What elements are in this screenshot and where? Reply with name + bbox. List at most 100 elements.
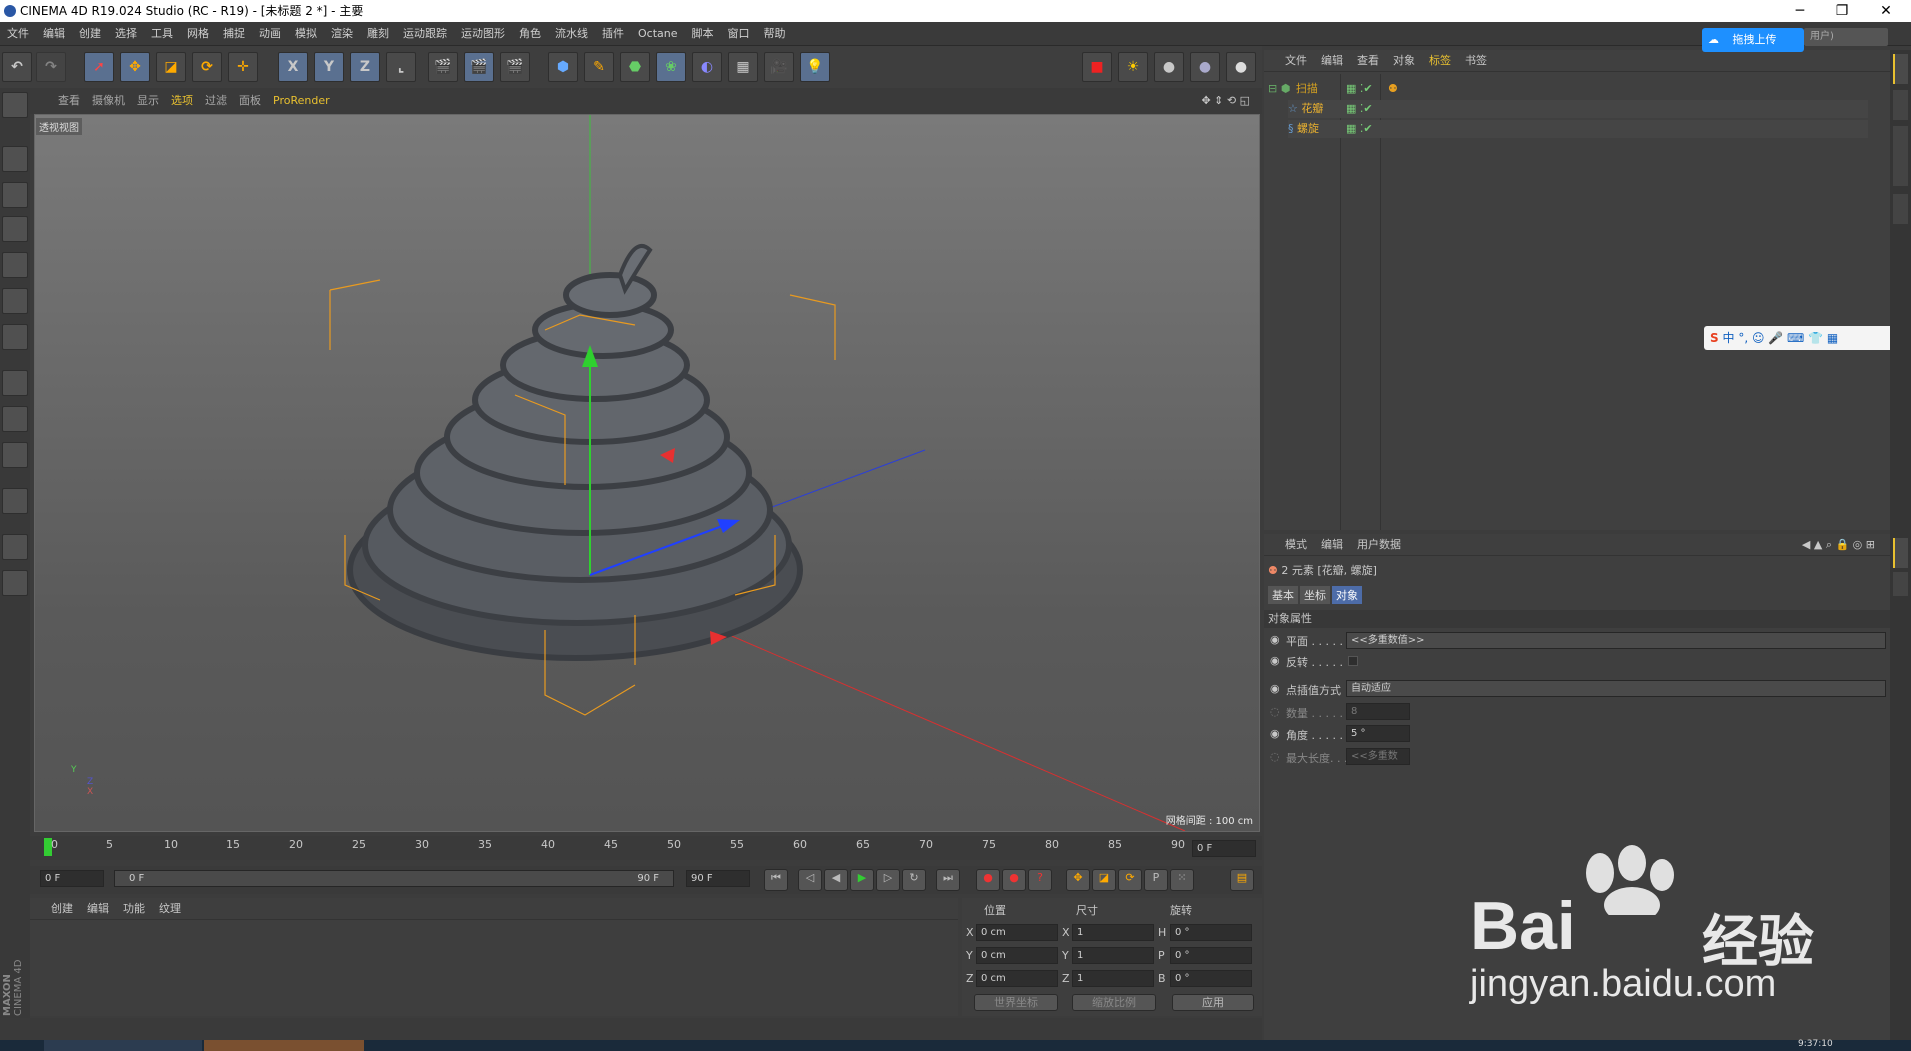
- side-tab-layers[interactable]: [1893, 572, 1908, 596]
- interpolation-dropdown[interactable]: 自动适应: [1346, 680, 1886, 697]
- visibility-toggle[interactable]: ▦ ⁚✔: [1346, 80, 1373, 98]
- y-axis-lock-button[interactable]: Y: [314, 52, 344, 82]
- menu-animate[interactable]: 动画: [252, 22, 288, 46]
- go-to-start-icon[interactable]: ⏮: [764, 869, 788, 891]
- rot-b-field[interactable]: 0 °: [1170, 970, 1252, 987]
- taskbar-item[interactable]: [44, 1040, 202, 1051]
- prev-frame-icon[interactable]: ◀: [824, 869, 848, 891]
- ime-tools-icon[interactable]: °, ☺ 🎤 ⌨ 👕 ▦: [1738, 331, 1838, 345]
- side-tab-content-browser[interactable]: [1893, 126, 1908, 186]
- viewport-menu-view[interactable]: 查看: [52, 88, 86, 114]
- viewport-menu-camera[interactable]: 摄像机: [86, 88, 131, 114]
- model-mode-icon[interactable]: [2, 146, 28, 172]
- menu-pipeline[interactable]: 流水线: [548, 22, 595, 46]
- minimize-button[interactable]: ─: [1780, 0, 1820, 22]
- points-mode-icon[interactable]: [2, 252, 28, 278]
- timeline-window-icon[interactable]: ▤: [1230, 869, 1254, 891]
- radio-icon[interactable]: ◉: [1270, 654, 1280, 667]
- size-y-field[interactable]: 1: [1072, 947, 1154, 964]
- menu-mesh[interactable]: 网格: [180, 22, 216, 46]
- pos-x-field[interactable]: 0 cm: [976, 924, 1058, 941]
- tweak-mode-icon[interactable]: [2, 406, 28, 432]
- viewport-menu-prorender[interactable]: ProRender: [267, 88, 336, 114]
- mat-menu-function[interactable]: 功能: [116, 898, 152, 920]
- obj-menu-view[interactable]: 查看: [1350, 50, 1386, 72]
- attr-menu-userdata[interactable]: 用户数据: [1350, 534, 1408, 556]
- polygons-mode-icon[interactable]: [2, 324, 28, 350]
- perspective-viewport[interactable]: Y Z X 网格间距 : 100 cm: [34, 114, 1260, 832]
- tab-basic[interactable]: 基本: [1268, 586, 1298, 604]
- workplane-lock-icon[interactable]: [2, 570, 28, 596]
- edges-mode-icon[interactable]: [2, 288, 28, 314]
- render-settings-icon[interactable]: 🎬: [500, 52, 530, 82]
- side-tab-attributes[interactable]: [1893, 538, 1908, 568]
- next-frame-icon[interactable]: ▷: [876, 869, 900, 891]
- undo-icon[interactable]: ↶: [2, 52, 32, 82]
- viewport-menu-filter[interactable]: 过滤: [199, 88, 233, 114]
- menu-snap[interactable]: 捕捉: [216, 22, 252, 46]
- viewport-menu-panel[interactable]: 面板: [233, 88, 267, 114]
- tag-icon[interactable]: ⚉: [1388, 80, 1398, 98]
- menu-file[interactable]: 文件: [0, 22, 36, 46]
- radio-icon[interactable]: ◉: [1270, 682, 1280, 695]
- cloud-upload-button[interactable]: ☁ 拖拽上传: [1702, 28, 1804, 52]
- live-selection-icon[interactable]: ✛: [228, 52, 258, 82]
- radio-icon[interactable]: ◉: [1270, 633, 1280, 646]
- menu-tools[interactable]: 工具: [144, 22, 180, 46]
- camera-icon[interactable]: 🎥: [764, 52, 794, 82]
- viewport-menu-options[interactable]: 选项: [165, 88, 199, 114]
- rot-h-field[interactable]: 0 °: [1170, 924, 1252, 941]
- side-tab-objects[interactable]: [1893, 54, 1908, 84]
- plane-dropdown[interactable]: <<多重数值>>: [1346, 632, 1886, 649]
- ime-toolbar[interactable]: S 中 °, ☺ 🎤 ⌨ 👕 ▦: [1704, 326, 1908, 350]
- user-layout-dropdown[interactable]: 用户): [1804, 28, 1888, 46]
- record-keys-icon[interactable]: ●: [976, 869, 1000, 891]
- obj-menu-edit[interactable]: 编辑: [1314, 50, 1350, 72]
- side-tab-takes[interactable]: [1893, 90, 1908, 120]
- layer-lock-icon[interactable]: [2, 534, 28, 560]
- viewport-menu-display[interactable]: 显示: [131, 88, 165, 114]
- mat-menu-texture[interactable]: 纹理: [152, 898, 188, 920]
- render-picture-viewer-icon[interactable]: 🎬: [464, 52, 494, 82]
- menu-sculpt[interactable]: 雕刻: [360, 22, 396, 46]
- octane-glossy-icon[interactable]: ●: [1190, 52, 1220, 82]
- cloner-icon[interactable]: ❀: [656, 52, 686, 82]
- start-frame-field[interactable]: 0 F: [40, 870, 104, 887]
- restore-button[interactable]: ❐: [1822, 0, 1862, 22]
- obj-menu-object[interactable]: 对象: [1386, 50, 1422, 72]
- frame-range-slider[interactable]: 0 F 90 F: [114, 870, 674, 887]
- coordinate-system-icon[interactable]: ⌞: [386, 52, 416, 82]
- menu-script[interactable]: 脚本: [685, 22, 721, 46]
- pen-spline-icon[interactable]: ✎: [584, 52, 614, 82]
- keyframe-selection-icon[interactable]: ?: [1028, 869, 1052, 891]
- menu-select[interactable]: 选择: [108, 22, 144, 46]
- make-editable-icon[interactable]: [2, 92, 28, 118]
- menu-render[interactable]: 渲染: [324, 22, 360, 46]
- mat-menu-edit[interactable]: 编辑: [80, 898, 116, 920]
- taskbar-item-active[interactable]: [204, 1040, 364, 1051]
- max-length-field[interactable]: <<多重数: [1346, 748, 1410, 765]
- menu-motion-tracking[interactable]: 运动跟踪: [396, 22, 454, 46]
- object-row-sweep[interactable]: ⊟ ⬢ 扫描 ▦ ⁚✔ ⚉: [1268, 80, 1868, 98]
- radio-icon[interactable]: ◌: [1270, 705, 1280, 718]
- angle-field[interactable]: 5 °: [1346, 725, 1410, 742]
- autokey-icon[interactable]: ●: [1002, 869, 1026, 891]
- subdivision-icon[interactable]: ⬣: [620, 52, 650, 82]
- octane-specular-icon[interactable]: ●: [1226, 52, 1256, 82]
- menu-octane[interactable]: Octane: [631, 22, 685, 46]
- menu-edit[interactable]: 编辑: [36, 22, 72, 46]
- current-frame-field[interactable]: 0 F: [1192, 840, 1256, 857]
- radio-icon[interactable]: ◌: [1270, 750, 1280, 763]
- close-button[interactable]: ✕: [1866, 0, 1906, 22]
- key-param-icon[interactable]: P: [1144, 869, 1168, 891]
- light-icon[interactable]: 💡: [800, 52, 830, 82]
- pos-y-field[interactable]: 0 cm: [976, 947, 1058, 964]
- tab-coord[interactable]: 坐标: [1300, 586, 1330, 604]
- rot-p-field[interactable]: 0 °: [1170, 947, 1252, 964]
- timeline-ruler[interactable]: 0 5 10 15 20 25 30 35 40 45 50 55 60 65 …: [30, 836, 1262, 860]
- rotate-icon[interactable]: ⟳: [192, 52, 222, 82]
- object-row-helix[interactable]: § 螺旋 ▦ ⁚✔: [1288, 120, 1868, 138]
- pos-z-field[interactable]: 0 cm: [976, 970, 1058, 987]
- prev-key-icon[interactable]: ◁: [798, 869, 822, 891]
- object-row-petal[interactable]: ☆ 花瓣 ▦ ⁚✔: [1288, 100, 1868, 118]
